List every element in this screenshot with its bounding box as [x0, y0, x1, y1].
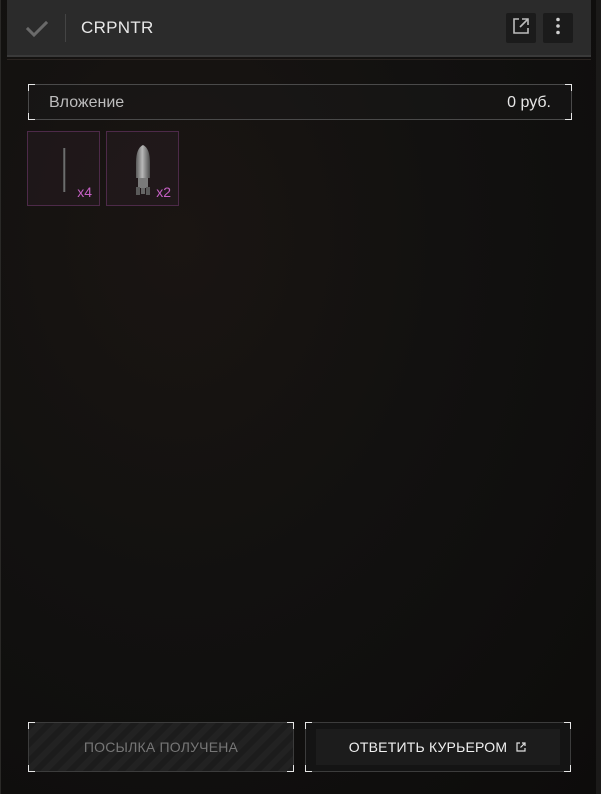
parcel-received-label: ПОСЫЛКА ПОЛУЧЕНА: [83, 739, 239, 755]
open-external-button[interactable]: [506, 13, 536, 43]
attachment-bar: Вложение 0 руб.: [28, 84, 572, 120]
thin-rod-item-icon: [28, 132, 101, 212]
item-quantity: x4: [77, 184, 92, 200]
check-icon[interactable]: [25, 17, 49, 41]
reply-courier-button[interactable]: ОТВЕТИТЬ КУРЬЕРОМ: [305, 722, 571, 772]
item-quantity: x2: [156, 184, 171, 200]
attachment-item[interactable]: x4: [27, 131, 100, 206]
message-window: CRPNTR Вложение 0 руб. x4 x2 ПОСЫЛКА ПОЛ…: [0, 0, 601, 794]
more-vertical-icon: [548, 16, 568, 41]
attachment-value: 0 руб.: [507, 94, 551, 111]
more-menu-button[interactable]: [543, 13, 573, 43]
shell-item-icon: [107, 132, 180, 212]
reply-courier-label: ОТВЕТИТЬ КУРЬЕРОМ: [348, 739, 508, 755]
header-divider: [65, 14, 66, 42]
parcel-received-button[interactable]: ПОСЫЛКА ПОЛУЧЕНА: [28, 722, 294, 772]
window-header: CRPNTR: [7, 0, 591, 57]
sender-title: CRPNTR: [81, 18, 154, 37]
external-link-icon: [515, 740, 527, 756]
header-separator: [7, 59, 591, 60]
external-link-icon: [511, 16, 531, 41]
attachment-item[interactable]: x2: [106, 131, 179, 206]
attachment-label: Вложение: [49, 94, 125, 111]
